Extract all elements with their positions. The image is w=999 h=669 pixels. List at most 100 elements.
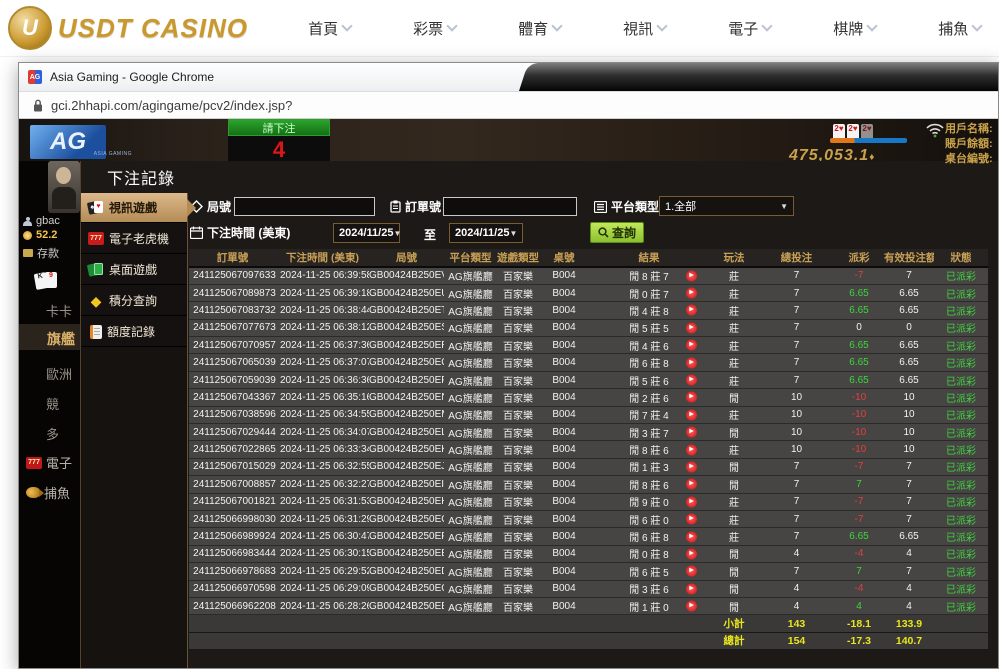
replay-video-icon[interactable]: ▶ [686,305,697,316]
replay-video-icon[interactable]: ▶ [686,427,697,438]
payout-cell: 4 [834,597,884,614]
payout-cell: -4 [834,545,884,562]
result-cell: 閒 4 莊 8▶ [589,302,709,319]
window-titlebar[interactable]: AG Asia Gaming - Google Chrome [19,63,998,91]
valid-bet-cell: 6.65 [884,284,934,301]
total-bet-cell: 7 [759,284,834,301]
game-type-cell: 百家樂 [497,597,539,614]
chevron-down-icon [446,20,457,31]
nav-item-slots[interactable]: 電子 [728,18,771,39]
panel-title: 下注記錄 [81,161,998,193]
round-number-cell: GB00424B250EC [369,580,444,597]
nav-item-home[interactable]: 首頁 [308,18,351,39]
calendar-icon [190,226,203,239]
platform-cell: AG旗艦廳 [444,545,497,562]
game-type-cell: 百家樂 [497,389,539,406]
platform-type-select[interactable]: 1.全部 ▼ [659,196,794,216]
result-text: 閒 6 莊 0 [629,516,668,527]
round-number-cell: GB00424B250EK [369,441,444,458]
search-icon [598,227,609,238]
select-arrow-icon: ▼ [393,229,401,238]
replay-video-icon[interactable]: ▶ [686,461,697,472]
nav-item-live[interactable]: 視訊 [623,18,666,39]
total-valid: 140.7 [884,632,934,649]
game-type-cell: 百家樂 [497,406,539,423]
nav-item-cards[interactable]: 棋牌 [833,18,876,39]
nav-item-fishing[interactable]: 捕魚 [938,18,981,39]
menu-item-points-query[interactable]: ◆ 積分查詢 [81,286,187,316]
sidebar-item-kaka[interactable]: 卡卡 [46,301,72,320]
menu-item-video-games[interactable]: ♠♥ 視訊遊戲 [81,193,187,223]
table-number-cell: B004 [539,510,589,527]
replay-video-icon[interactable]: ▶ [686,357,697,368]
bet-time-cell: 2024-11-25 06:31:29 [276,510,369,527]
nav-label: 電子 [728,18,758,39]
replay-video-icon[interactable]: ▶ [686,601,697,612]
chevron-down-icon [762,20,773,31]
site-logo[interactable]: U USDT CASINO [8,6,248,50]
replay-video-icon[interactable]: ▶ [686,514,697,525]
replay-video-icon[interactable]: ▶ [686,322,697,333]
bet-time-cell: 2024-11-25 06:28:26 [276,597,369,614]
page: U USDT CASINO 首頁 彩票 體育 視訊 電子 棋牌 捕魚 AG As… [0,0,999,669]
dealer-avatar [48,161,80,213]
col-order: 訂單號 [189,249,276,267]
green-cards-icon [88,263,104,277]
subtotal-row: 小計 143 -18.1 133.9 [189,615,988,632]
subtotal-spacer [189,615,709,632]
total-bet-cell: 4 [759,597,834,614]
platform-cell: AG旗艦廳 [444,441,497,458]
total-bet-cell: 4 [759,580,834,597]
search-button[interactable]: 查詢 [590,222,644,243]
menu-label: 積分查詢 [109,292,157,309]
menu-item-slot-machine[interactable]: 777 電子老虎機 [81,224,187,254]
date-from-value: 2024/11/25 [339,227,393,239]
round-number-input[interactable] [234,197,375,216]
nav-item-sports[interactable]: 體育 [518,18,561,39]
browser-url-bar[interactable]: gci.2hhapi.com/agingame/pcv2/index.jsp? [19,91,998,119]
sidebar-item-europe[interactable]: 歐洲 [46,364,72,383]
result-cell: 閒 6 莊 0 ▶ [589,510,709,527]
replay-video-icon[interactable]: ▶ [686,392,697,403]
chevron-down-icon [867,20,878,31]
deposit-row[interactable]: 存款 [23,245,59,261]
payout-cell: 6.65 [834,337,884,354]
label-text: 平台類型 [611,198,659,215]
sidebar-item-fishing[interactable]: 捕魚 [26,483,70,502]
replay-video-icon[interactable]: ▶ [686,531,697,542]
replay-video-icon[interactable]: ▶ [686,496,697,507]
payout-cell: -7 [834,493,884,510]
date-from-select[interactable]: 2024/11/25 ▼ [333,223,400,243]
lock-icon [33,99,43,112]
url-text[interactable]: gci.2hhapi.com/agingame/pcv2/index.jsp? [51,98,292,113]
replay-video-icon[interactable]: ▶ [686,375,697,386]
replay-video-icon[interactable]: ▶ [686,479,697,490]
records-menu: ♠♥ 視訊遊戲 777 電子老虎機 桌面遊戲 ◆ [81,193,188,668]
replay-video-icon[interactable]: ▶ [686,340,697,351]
replay-video-icon[interactable]: ▶ [686,270,697,281]
order-number-input[interactable] [443,197,577,216]
date-to-value: 2024/11/25 [455,227,509,239]
replay-video-icon[interactable]: ▶ [686,444,697,455]
nav-item-lottery[interactable]: 彩票 [413,18,456,39]
selected-platform: 1.全部 [665,198,696,214]
valid-bet-cell: 4 [884,597,934,614]
menu-item-table-games[interactable]: 桌面遊戲 [81,255,187,285]
replay-video-icon[interactable]: ▶ [686,288,697,299]
table-row: 241125067022865 2024-11-25 06:33:34 GB00… [189,441,988,458]
game-type-cell: 百家樂 [497,284,539,301]
total-bet-cell: 7 [759,267,834,284]
menu-item-credit-records[interactable]: 額度記錄 [81,317,187,347]
replay-video-icon[interactable]: ▶ [686,548,697,559]
game-type-cell: 百家樂 [497,580,539,597]
nav-label: 首頁 [308,18,338,39]
replay-video-icon[interactable]: ▶ [686,566,697,577]
replay-video-icon[interactable]: ▶ [686,583,697,594]
search-label: 查詢 [612,224,636,241]
sidebar-item-slots[interactable]: 777電子 [26,453,72,472]
date-to-select[interactable]: 2024/11/25 ▼ [449,223,523,243]
replay-video-icon[interactable]: ▶ [686,409,697,420]
sidebar-item-jing[interactable]: 競 [46,394,59,413]
sidebar-item-flagship[interactable]: 旗艦 [47,329,75,349]
sidebar-item-multi[interactable]: 多 [46,424,59,443]
